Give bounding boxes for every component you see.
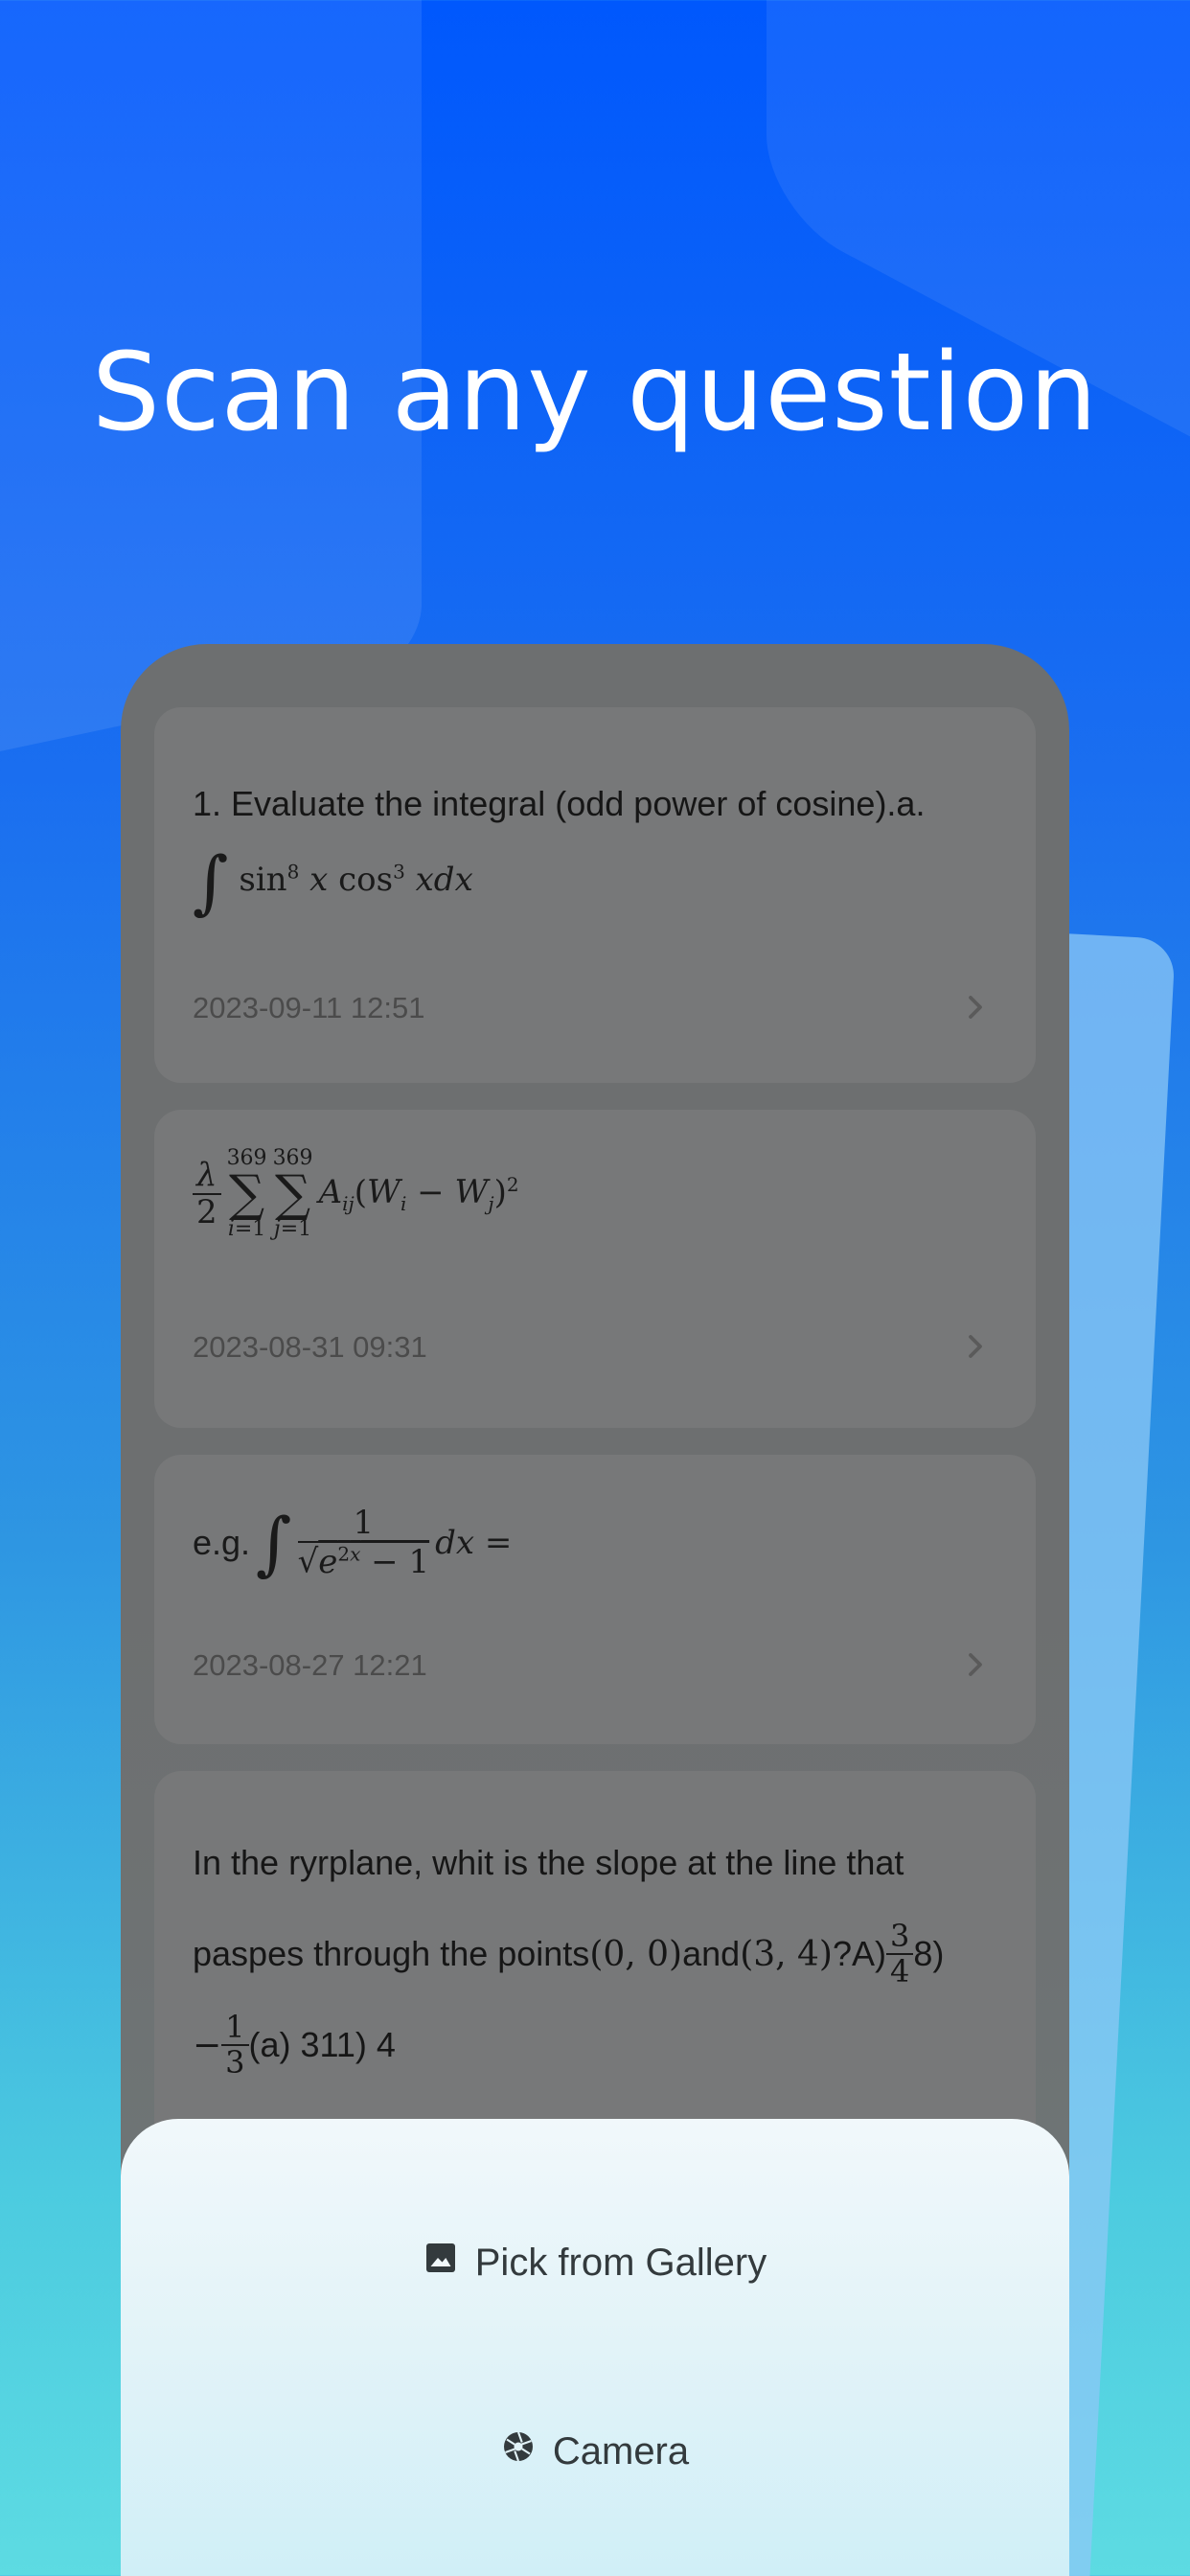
timestamp: 2023-08-27 12:21 xyxy=(193,1648,427,1682)
gallery-label: Pick from Gallery xyxy=(474,2241,767,2284)
question-text-line-3: − 13 (a) 311) 4 xyxy=(193,2009,396,2082)
chevron-right-icon xyxy=(961,1332,990,1361)
question-text-line-2: paspes through the points (0, 0) and (3,… xyxy=(193,1918,945,1990)
chevron-right-icon xyxy=(961,1650,990,1679)
camera-aperture-icon xyxy=(501,2429,536,2473)
question-text: 1. Evaluate the integral (odd power of c… xyxy=(193,784,926,823)
headline: Scan any question xyxy=(91,331,1099,455)
question-math: λ2 369 ∑ i=1 369 ∑ j=1 Aij(Wi − Wj)2 xyxy=(193,1148,519,1240)
timestamp: 2023-09-11 12:51 xyxy=(193,991,425,1024)
camera-label: Camera xyxy=(552,2429,690,2472)
history-card[interactable]: λ2 369 ∑ i=1 369 ∑ j=1 Aij(Wi − Wj)2 2023-08… xyxy=(154,1110,1036,1428)
timestamp: 2023-08-31 09:31 xyxy=(193,1330,427,1364)
question-text: In the ryrplane, whit is the slope at th… xyxy=(193,1843,904,1882)
question-math: ∫ sin8 x cos3 xdx xyxy=(193,841,473,922)
image-icon xyxy=(423,2241,458,2285)
camera-button[interactable]: Camera xyxy=(121,2399,1069,2504)
pick-from-gallery-button[interactable]: Pick from Gallery xyxy=(121,2210,1069,2315)
history-card[interactable]: e.g. ∫ 1 √e2x − 1 dx = 2023-08-27 12:21 xyxy=(154,1455,1036,1744)
action-sheet: Pick from Gallery Camera xyxy=(121,2119,1069,2576)
question-math: e.g. ∫ 1 √e2x − 1 dx = xyxy=(193,1503,513,1583)
history-card[interactable]: 1. Evaluate the integral (odd power of c… xyxy=(154,707,1036,1083)
question-prefix: e.g. xyxy=(193,1523,251,1562)
chevron-right-icon xyxy=(961,993,990,1022)
